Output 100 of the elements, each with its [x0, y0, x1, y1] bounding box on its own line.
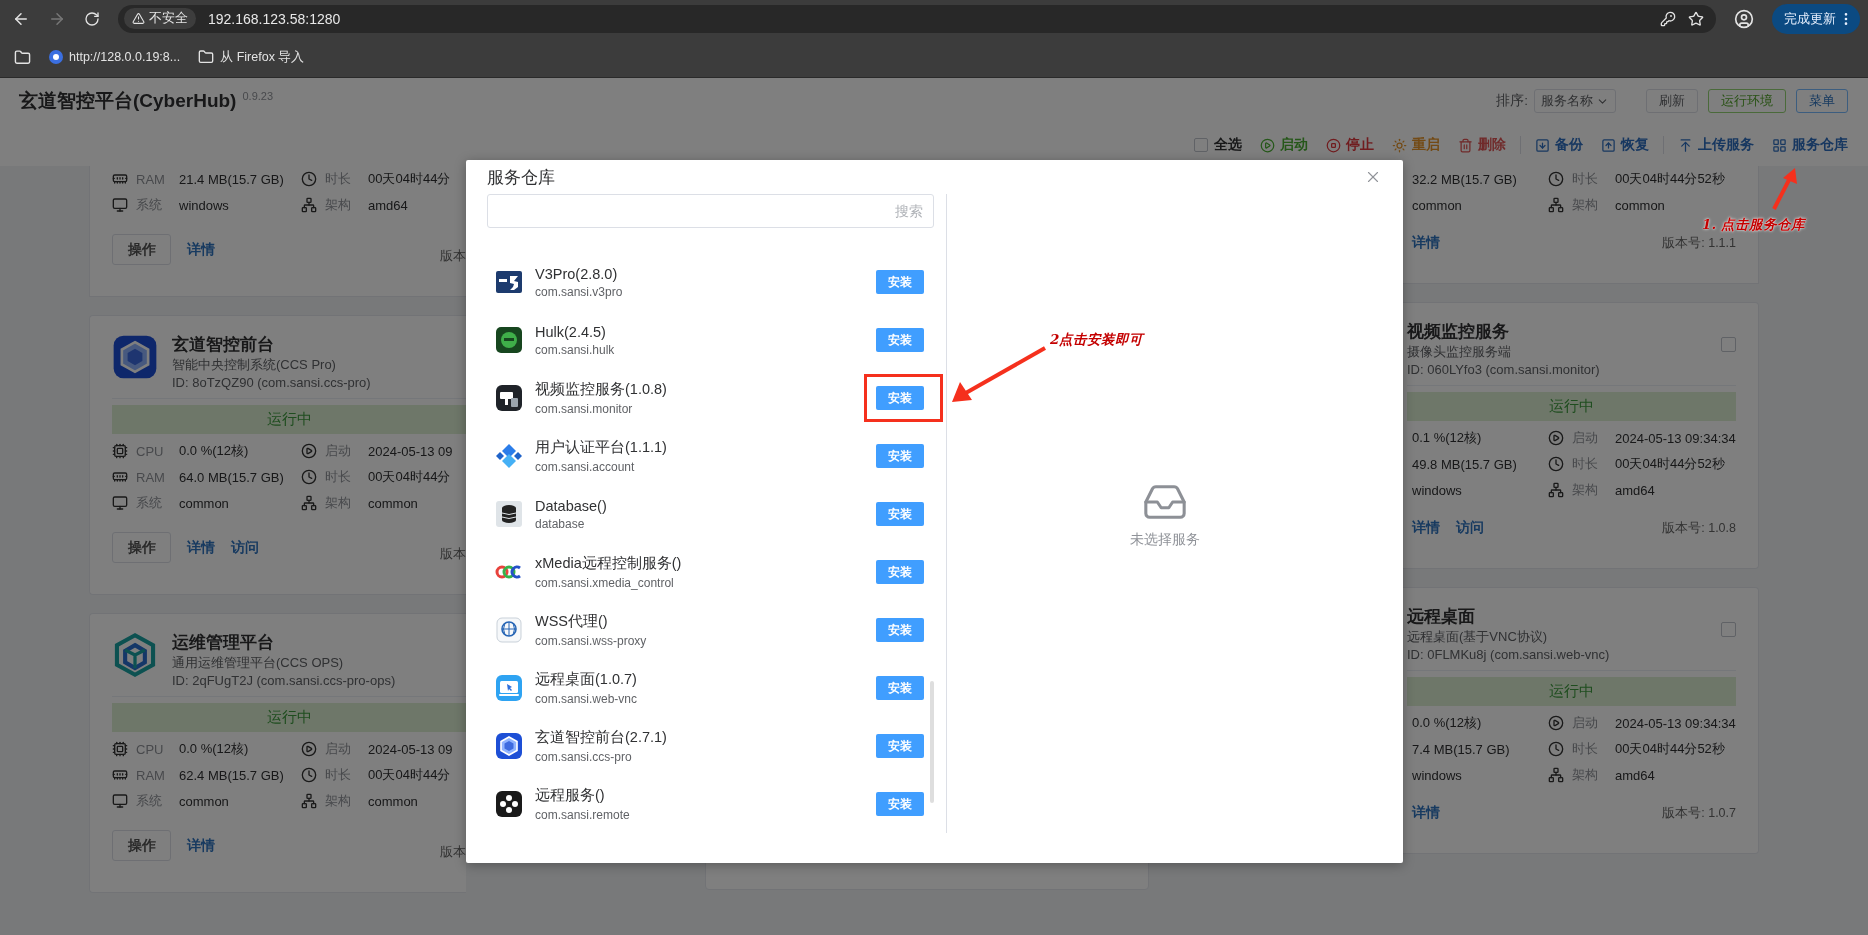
restore-button[interactable]: 恢复: [1601, 136, 1649, 154]
memory-icon: [112, 171, 128, 187]
search-field[interactable]: 搜索: [487, 194, 934, 228]
dialog-title: 服务仓库: [487, 166, 555, 189]
star-icon[interactable]: [1688, 10, 1704, 27]
install-button[interactable]: 安装: [876, 444, 924, 468]
package-name: com.sansi.monitor: [535, 402, 634, 416]
package-name: com.sansi.remote: [535, 808, 631, 822]
header-button[interactable]: 菜单: [1796, 89, 1848, 113]
service-title: 远程桌面: [1407, 606, 1476, 628]
service-subtitle: 远程桌面(基于VNC协议): [1407, 628, 1549, 646]
service-id: ID: 060LYfo3 (com.sansi.monitor): [1407, 361, 1600, 379]
sort-select[interactable]: 服务名称: [1534, 89, 1616, 113]
delete-button[interactable]: 删除: [1458, 136, 1506, 154]
service-name: Hulk(2.4.5): [535, 323, 607, 340]
package-name: com.sansi.xmedia_control: [535, 576, 675, 590]
select-checkbox[interactable]: [1721, 622, 1736, 637]
site-icon: [49, 50, 63, 64]
app-icon: [112, 334, 158, 380]
service-name: 远程桌面(1.0.7): [535, 670, 638, 689]
operate-button[interactable]: 操作: [112, 234, 171, 265]
start-button[interactable]: 启动: [1260, 136, 1308, 154]
reload-icon[interactable]: [84, 10, 100, 27]
service-name: xMedia远程控制服务(): [535, 554, 683, 573]
service-title: 玄道智控前台: [172, 334, 275, 356]
version-text: 版本号: 1.0.7: [1662, 805, 1736, 822]
stat-value: 2024-05-13 09:34:34: [1615, 430, 1736, 446]
app-icon: [495, 384, 523, 412]
card-link[interactable]: 详情: [1412, 804, 1440, 822]
stat-value: amd64: [1615, 767, 1655, 783]
stop-button[interactable]: 停止: [1326, 136, 1374, 154]
stat-value: common: [179, 793, 229, 809]
cpu-icon: [112, 443, 128, 459]
bookmark[interactable]: http://128.0.0.19:8...: [49, 50, 181, 64]
install-button[interactable]: 安装: [876, 328, 924, 352]
play-icon: [1548, 715, 1564, 731]
update-button[interactable]: 完成更新: [1772, 3, 1860, 34]
checkbox[interactable]: [1194, 138, 1208, 152]
package-name: database: [535, 516, 586, 531]
address-bar[interactable]: 不安全 192.168.123.58:1280: [118, 4, 1716, 33]
service-subtitle: 通用运维管理平台(CCS OPS): [172, 654, 345, 672]
app-icon: [495, 442, 523, 470]
install-button[interactable]: 安装: [876, 734, 924, 758]
play-icon: [301, 741, 317, 757]
card-link[interactable]: 访问: [231, 538, 259, 557]
play-icon: [301, 443, 317, 459]
scrollbar-thumb[interactable]: [930, 681, 934, 803]
install-button[interactable]: 安装: [876, 270, 924, 294]
download-icon: [1535, 137, 1550, 153]
service-title: 视频监控服务: [1407, 321, 1510, 343]
card-link[interactable]: 详情: [187, 836, 215, 855]
status-bar: 运行中: [112, 703, 466, 732]
select-all-checkbox[interactable]: 全选: [1194, 136, 1242, 154]
install-button[interactable]: 安装: [876, 560, 924, 584]
install-button[interactable]: 安装: [876, 792, 924, 816]
stat-value: windows: [1412, 767, 1462, 783]
folder-icon: [198, 49, 215, 65]
card-link[interactable]: 详情: [1412, 519, 1440, 537]
card-link[interactable]: 详情: [187, 240, 215, 259]
stat-value: 2024-05-13 09: [368, 741, 453, 757]
install-button[interactable]: 安装: [876, 386, 924, 410]
key-icon[interactable]: [1660, 10, 1676, 27]
stat-value: windows: [179, 197, 229, 213]
card-link[interactable]: 详情: [187, 538, 215, 557]
repository-button[interactable]: 服务仓库: [1772, 136, 1848, 154]
stat-value: common: [179, 495, 229, 511]
profile-icon[interactable]: [1734, 8, 1754, 29]
app-icon: [495, 732, 523, 760]
clock-icon: [301, 469, 317, 485]
folder-icon[interactable]: [14, 48, 31, 66]
restart-button[interactable]: 重启: [1392, 136, 1440, 154]
card-link[interactable]: 详情: [1412, 234, 1440, 252]
stat-value: amd64: [1615, 482, 1655, 498]
install-button[interactable]: 安装: [876, 676, 924, 700]
security-chip[interactable]: 不安全: [124, 8, 196, 29]
install-button[interactable]: 安装: [876, 502, 924, 526]
version-text: 版本号: 1.0.8: [1662, 520, 1736, 537]
backup-button[interactable]: 备份: [1535, 136, 1583, 154]
service-name: 玄道智控前台(2.7.1): [535, 728, 668, 747]
operate-button[interactable]: 操作: [112, 532, 171, 563]
upload-button[interactable]: 上传服务: [1678, 136, 1754, 154]
package-name: com.sansi.account: [535, 460, 636, 474]
status-bar: 运行中: [1407, 677, 1736, 706]
service-name: 用户认证平台(1.1.1): [535, 438, 668, 457]
header-button[interactable]: 刷新: [1646, 89, 1698, 113]
service-name: 视频监控服务(1.0.8): [535, 380, 668, 399]
status-bar: 运行中: [1407, 392, 1736, 421]
hierarchy-icon: [301, 495, 317, 511]
card-link[interactable]: 访问: [1456, 519, 1484, 537]
select-checkbox[interactable]: [1721, 337, 1736, 352]
service-id: ID: 2qFUgT2J (com.sansi.ccs-pro-ops): [172, 672, 396, 690]
install-button[interactable]: 安装: [876, 618, 924, 642]
stop-icon: [1326, 137, 1341, 153]
hierarchy-icon: [1548, 482, 1564, 498]
stat-value: 00天04时44分52秒: [1615, 170, 1725, 188]
header-button[interactable]: 运行环境: [1708, 89, 1786, 113]
sun-icon: [1392, 137, 1407, 153]
operate-button[interactable]: 操作: [112, 830, 171, 861]
stat-value: 00天04时44分: [368, 170, 451, 188]
bookmark[interactable]: 从 Firefox 导入: [198, 48, 305, 66]
